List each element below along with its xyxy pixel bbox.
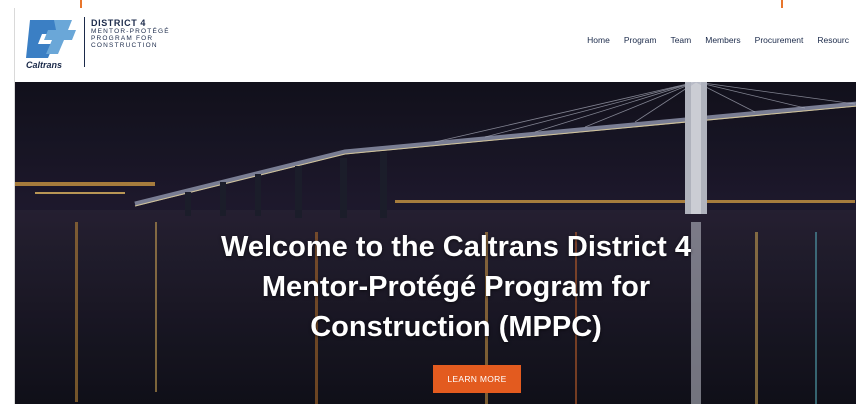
hero-banner: Welcome to the Caltrans District 4 Mento… [14,82,856,404]
site-header: Caltrans DISTRICT 4 MENTOR-PROTÉGÉ PROGR… [14,8,856,82]
nav-item-home[interactable]: Home [580,32,617,48]
logo-subtitle-line-3: CONSTRUCTION [91,42,158,49]
hero-heading-line-1: Welcome to the Caltrans District 4 [220,231,692,263]
main-nav: Home Program Team Members Procurement Re… [580,32,856,48]
nav-item-procurement[interactable]: Procurement [748,32,811,48]
nav-item-resources[interactable]: Resourc [810,32,856,48]
caltrans-wordmark: Caltrans [26,60,62,70]
hero-heading: Welcome to the Caltrans District 4 Mento… [115,227,797,347]
nav-item-members[interactable]: Members [698,32,747,48]
nav-item-team[interactable]: Team [663,32,698,48]
frame-accent-left [80,0,82,8]
logo-subtitle-line-2: PROGRAM FOR [91,35,154,42]
logo-divider [84,17,85,67]
frame-accent-right [781,0,783,8]
nav-item-program[interactable]: Program [617,32,664,48]
logo-subtitle-line-1: MENTOR-PROTÉGÉ [91,28,170,35]
caltrans-logo-icon[interactable]: Caltrans [24,14,76,70]
hero-heading-line-3: Construction (MPPC) [310,311,602,343]
learn-more-button[interactable]: LEARN MORE [433,365,521,393]
logo-title: DISTRICT 4 [91,18,147,28]
program-logo-text[interactable]: DISTRICT 4 MENTOR-PROTÉGÉ PROGRAM FOR CO… [91,18,170,49]
hero-heading-line-2: Mentor-Protégé Program for [261,271,651,303]
